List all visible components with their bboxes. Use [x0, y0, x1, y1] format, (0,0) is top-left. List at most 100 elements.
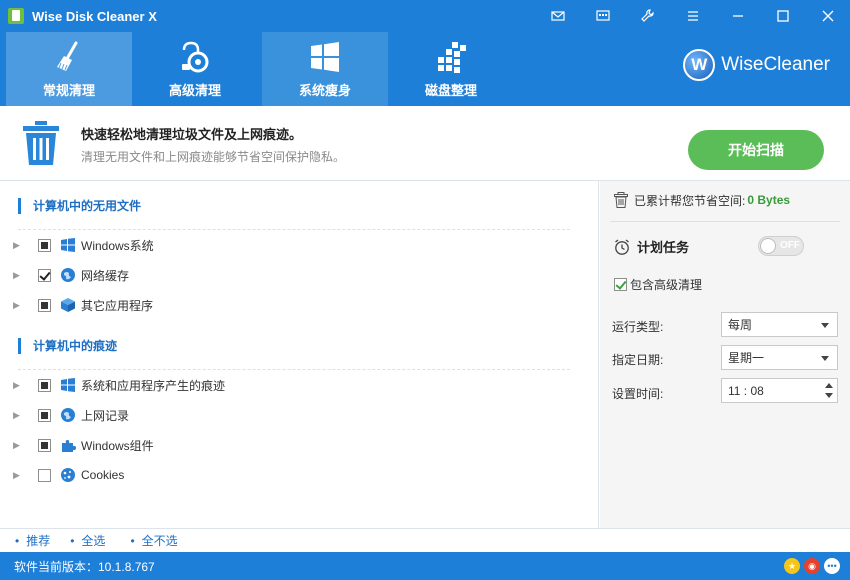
tab-advanced-clean[interactable]: 高级清理: [132, 32, 258, 106]
tab-disk-defrag[interactable]: 磁盘整理: [388, 32, 514, 106]
banner-subline: 清理无用文件和上网痕迹能够节省空间保护隐私。: [81, 150, 346, 164]
item-label: 其它应用程序: [81, 298, 154, 313]
cookie-icon: [61, 468, 75, 482]
app-box-icon: [61, 298, 75, 312]
list-item[interactable]: ▶ Cookies: [0, 460, 590, 490]
window-controls: [535, 0, 850, 32]
item-checkbox[interactable]: [38, 268, 51, 282]
item-checkbox[interactable]: [38, 408, 51, 422]
tab-system-slim[interactable]: 系统瘦身: [262, 32, 388, 106]
puzzle-icon: [62, 440, 76, 452]
item-checkbox[interactable]: [38, 298, 51, 312]
expand-arrow-icon[interactable]: ▶: [13, 440, 23, 451]
select-none-label: 全不选: [141, 534, 178, 548]
list-item[interactable]: ▶ Windows组件: [0, 430, 590, 460]
star-icon[interactable]: ★: [784, 558, 800, 574]
list-item[interactable]: ▶ 其它应用程序: [0, 290, 590, 320]
recommend-link[interactable]: • 推荐: [15, 532, 50, 549]
bullet: •: [15, 534, 20, 548]
status-bar: 软件当前版本：10.1.8.767 ★ ◉ •••: [0, 552, 850, 580]
time-value: 11 : 08: [728, 383, 764, 398]
footer-links: • 推荐 • 全选 • 全不选: [0, 528, 850, 552]
item-checkbox[interactable]: [38, 468, 51, 482]
expand-arrow-icon[interactable]: ▶: [13, 270, 23, 281]
item-checkbox[interactable]: [38, 238, 51, 252]
item-label: 系统和应用程序产生的痕迹: [81, 378, 226, 393]
select-all-label: 全选: [81, 534, 106, 548]
start-scan-button[interactable]: 开始扫描: [688, 130, 824, 170]
broom-icon: [57, 41, 78, 71]
include-advanced-label: 包含高级清理: [630, 278, 703, 292]
run-type-value: 每周: [728, 318, 753, 332]
section-title-useless-files: 计算机中的无用文件: [18, 198, 141, 214]
close-icon[interactable]: [805, 0, 850, 32]
schedule-panel: 已累计帮您节省空间: 0 Bytes 计划任务 OFF 包含高级清理 运行类型:…: [600, 181, 850, 528]
app-icon: [8, 8, 24, 24]
list-item[interactable]: ▶ Windows系统: [0, 230, 590, 260]
window-title: Wise Disk Cleaner X: [32, 8, 157, 24]
title-bar: Wise Disk Cleaner X: [0, 0, 850, 32]
banner-headline: 快速轻松地清理垃圾文件及上网痕迹。: [81, 127, 303, 142]
list-item[interactable]: ▶ 系统和应用程序产生的痕迹: [0, 370, 590, 400]
item-label: Windows组件: [81, 438, 154, 453]
trash-small-icon: [614, 192, 628, 208]
clean-items-panel: 计算机中的无用文件 ▶ Windows系统 ▶ 网络缓存 ▶ 其它应用程序 计算…: [0, 181, 599, 528]
run-type-select[interactable]: 每周: [721, 312, 838, 337]
select-all-link[interactable]: • 全选: [70, 532, 105, 549]
include-advanced-checkbox[interactable]: [614, 278, 627, 291]
tools-icon[interactable]: [625, 0, 670, 32]
feedback-icon[interactable]: [580, 0, 625, 32]
globe-icon: [61, 408, 75, 422]
tab-label: 系统瘦身: [298, 83, 351, 98]
tab-label: 磁盘整理: [424, 83, 477, 98]
section-title-traces: 计算机中的痕迹: [18, 338, 117, 354]
mail-icon[interactable]: [535, 0, 580, 32]
list-item[interactable]: ▶ 网络缓存: [0, 260, 590, 290]
saved-space-label: 已累计帮您节省空间:: [634, 193, 746, 208]
chevron-down-icon: [821, 323, 829, 328]
maximize-icon[interactable]: [760, 0, 805, 32]
windows-logo-icon: [61, 378, 75, 392]
bullet: •: [130, 534, 135, 548]
item-checkbox[interactable]: [38, 438, 51, 452]
menu-icon[interactable]: [670, 0, 715, 32]
expand-arrow-icon[interactable]: ▶: [13, 300, 23, 311]
tab-bar: 常规清理 高级清理 系统瘦身 磁盘整理 W WiseCleaner: [0, 32, 850, 106]
expand-arrow-icon[interactable]: ▶: [13, 380, 23, 391]
spinner-down-icon[interactable]: [825, 393, 833, 398]
more-icon[interactable]: •••: [824, 558, 840, 574]
windows-icon: [311, 42, 339, 72]
tab-regular-clean[interactable]: 常规清理: [6, 32, 132, 106]
item-label: 上网记录: [81, 408, 130, 423]
spinner-up-icon[interactable]: [825, 383, 833, 388]
expand-arrow-icon[interactable]: ▶: [13, 240, 23, 251]
select-none-link[interactable]: • 全不选: [130, 532, 177, 549]
brand-logo[interactable]: W WiseCleaner: [683, 49, 830, 81]
saved-space: 已累计帮您节省空间: 0 Bytes: [614, 191, 790, 209]
recommend-label: 推荐: [26, 534, 51, 548]
minimize-icon[interactable]: [715, 0, 760, 32]
item-checkbox[interactable]: [38, 378, 51, 392]
run-type-label: 运行类型:: [612, 320, 664, 334]
divider: [610, 221, 840, 222]
tab-label: 常规清理: [42, 83, 95, 98]
windows-logo-icon: [61, 238, 75, 252]
expand-arrow-icon[interactable]: ▶: [13, 470, 23, 481]
item-label: Windows系统: [81, 238, 154, 253]
vacuum-icon: [182, 41, 209, 73]
time-spinner[interactable]: 11 : 08: [721, 378, 838, 403]
bullet: •: [70, 534, 75, 548]
schedule-toggle[interactable]: OFF: [758, 236, 804, 256]
spinner-arrows[interactable]: [824, 381, 834, 400]
include-advanced-option[interactable]: 包含高级清理: [614, 276, 702, 293]
toggle-knob: [760, 238, 776, 254]
toggle-state: OFF: [780, 240, 800, 251]
version-text: 软件当前版本：10.1.8.767: [14, 559, 155, 574]
weibo-icon[interactable]: ◉: [804, 558, 820, 574]
date-value: 星期一: [728, 351, 765, 365]
date-select[interactable]: 星期一: [721, 345, 838, 370]
schedule-header: 计划任务: [614, 237, 689, 256]
schedule-label: 计划任务: [637, 240, 690, 255]
list-item[interactable]: ▶ 上网记录: [0, 400, 590, 430]
expand-arrow-icon[interactable]: ▶: [13, 410, 23, 421]
